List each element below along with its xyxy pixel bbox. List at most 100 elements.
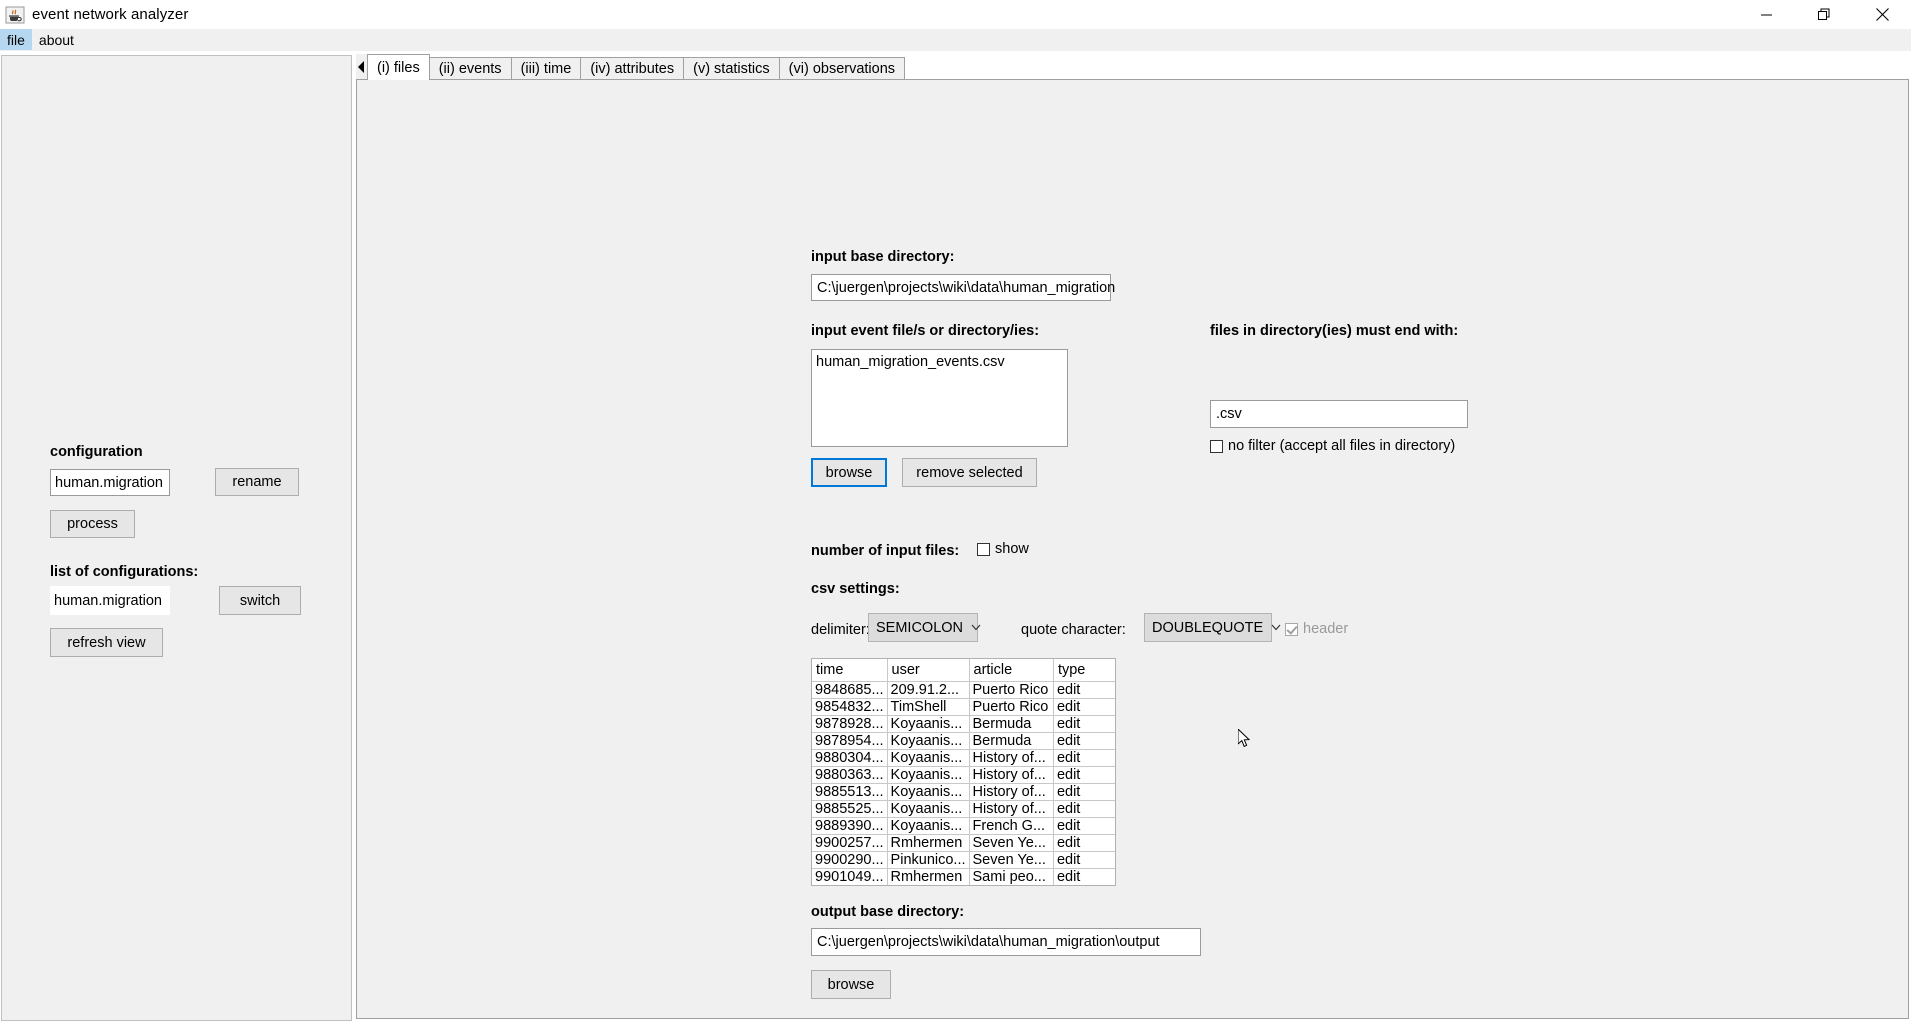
table-cell[interactable]: TimShell	[887, 698, 969, 715]
table-cell[interactable]: 9900290...	[812, 851, 887, 868]
table-cell[interactable]: edit	[1053, 868, 1115, 885]
csv-preview-table[interactable]: time user article type 9848685...209.91.…	[811, 658, 1116, 886]
table-cell[interactable]: Puerto Rico	[969, 698, 1053, 715]
table-cell[interactable]: Bermuda	[969, 732, 1053, 749]
table-cell[interactable]: edit	[1053, 749, 1115, 766]
switch-button[interactable]: switch	[219, 586, 301, 615]
main-tab-pane: (i) files (ii) events (iii) time (iv) at…	[356, 51, 1909, 1019]
delimiter-dropdown[interactable]: SEMICOLON	[868, 613, 978, 642]
tab-files[interactable]: (i) files	[367, 54, 430, 80]
quote-character-dropdown[interactable]: DOUBLEQUOTE	[1144, 613, 1272, 642]
table-row[interactable]: 9900257...RmhermenSeven Ye...edit	[812, 834, 1115, 851]
table-cell[interactable]: Koyaanis...	[887, 749, 969, 766]
table-cell[interactable]: edit	[1053, 851, 1115, 868]
table-cell[interactable]: Sami peo...	[969, 868, 1053, 885]
process-button[interactable]: process	[50, 510, 135, 538]
table-cell[interactable]: Puerto Rico	[969, 681, 1053, 698]
table-row[interactable]: 9854832...TimShellPuerto Ricoedit	[812, 698, 1115, 715]
no-filter-checkbox-label: no filter (accept all files in directory…	[1228, 438, 1455, 454]
table-row[interactable]: 9878954...Koyaanis...Bermudaedit	[812, 732, 1115, 749]
table-cell[interactable]: Rmhermen	[887, 834, 969, 851]
table-cell[interactable]: edit	[1053, 681, 1115, 698]
show-count-checkbox-row[interactable]: show	[977, 541, 1029, 557]
table-row[interactable]: 9901049...RmhermenSami peo...edit	[812, 868, 1115, 885]
table-cell[interactable]: French G...	[969, 817, 1053, 834]
table-row[interactable]: 9885513...Koyaanis...History of...edit	[812, 783, 1115, 800]
column-header-article[interactable]: article	[969, 659, 1053, 681]
table-cell[interactable]: Koyaanis...	[887, 817, 969, 834]
table-cell[interactable]: 9878928...	[812, 715, 887, 732]
table-cell[interactable]: edit	[1053, 732, 1115, 749]
minimize-icon[interactable]	[1737, 0, 1795, 29]
table-cell[interactable]: History of...	[969, 800, 1053, 817]
tab-attributes[interactable]: (iv) attributes	[580, 57, 684, 80]
restore-icon[interactable]	[1795, 0, 1853, 29]
column-header-type[interactable]: type	[1053, 659, 1115, 681]
table-cell[interactable]: 9854832...	[812, 698, 887, 715]
no-filter-checkbox[interactable]	[1210, 440, 1223, 453]
chevron-left-icon[interactable]	[356, 54, 367, 80]
table-cell[interactable]: edit	[1053, 834, 1115, 851]
refresh-view-button[interactable]: refresh view	[50, 628, 163, 657]
remove-selected-button[interactable]: remove selected	[902, 458, 1037, 487]
table-row[interactable]: 9848685...209.91.2...Puerto Ricoedit	[812, 681, 1115, 698]
table-cell[interactable]: 9878954...	[812, 732, 887, 749]
rename-button[interactable]: rename	[215, 468, 299, 496]
table-row[interactable]: 9885525...Koyaanis...History of...edit	[812, 800, 1115, 817]
window-controls	[1737, 0, 1911, 29]
table-cell[interactable]: 9885513...	[812, 783, 887, 800]
table-cell[interactable]: edit	[1053, 800, 1115, 817]
table-cell[interactable]: Koyaanis...	[887, 766, 969, 783]
table-cell[interactable]: 9889390...	[812, 817, 887, 834]
table-cell[interactable]: 9885525...	[812, 800, 887, 817]
table-cell[interactable]: Pinkunico...	[887, 851, 969, 868]
table-cell[interactable]: 9900257...	[812, 834, 887, 851]
table-cell[interactable]: History of...	[969, 766, 1053, 783]
configuration-list-item[interactable]: human.migration	[50, 586, 170, 615]
table-cell[interactable]: edit	[1053, 783, 1115, 800]
tab-statistics[interactable]: (v) statistics	[683, 57, 780, 80]
show-checkbox[interactable]	[977, 543, 990, 556]
table-row[interactable]: 9878928...Koyaanis...Bermudaedit	[812, 715, 1115, 732]
table-cell[interactable]: edit	[1053, 766, 1115, 783]
table-cell[interactable]: History of...	[969, 783, 1053, 800]
list-item[interactable]: human_migration_events.csv	[816, 353, 1063, 372]
browse-output-directory-button[interactable]: browse	[811, 970, 891, 999]
table-cell[interactable]: Koyaanis...	[887, 715, 969, 732]
table-row[interactable]: 9889390...Koyaanis...French G...edit	[812, 817, 1115, 834]
input-base-directory-input[interactable]: C:\juergen\projects\wiki\data\human_migr…	[811, 274, 1111, 301]
table-cell[interactable]: History of...	[969, 749, 1053, 766]
menu-item-file[interactable]: file	[0, 29, 32, 50]
table-cell[interactable]: Koyaanis...	[887, 732, 969, 749]
close-icon[interactable]	[1853, 0, 1911, 29]
table-cell[interactable]: 209.91.2...	[887, 681, 969, 698]
no-filter-checkbox-row[interactable]: no filter (accept all files in directory…	[1210, 438, 1455, 454]
table-cell[interactable]: Bermuda	[969, 715, 1053, 732]
column-header-time[interactable]: time	[812, 659, 887, 681]
browse-input-files-button[interactable]: browse	[811, 458, 887, 487]
tab-observations[interactable]: (vi) observations	[779, 57, 905, 80]
table-cell[interactable]: 9848685...	[812, 681, 887, 698]
table-cell[interactable]: 9880304...	[812, 749, 887, 766]
table-cell[interactable]: Koyaanis...	[887, 783, 969, 800]
column-header-user[interactable]: user	[887, 659, 969, 681]
table-cell[interactable]: edit	[1053, 715, 1115, 732]
table-cell[interactable]: edit	[1053, 817, 1115, 834]
tab-time[interactable]: (iii) time	[511, 57, 582, 80]
table-cell[interactable]: Rmhermen	[887, 868, 969, 885]
table-cell[interactable]: 9901049...	[812, 868, 887, 885]
table-row[interactable]: 9900290...Pinkunico...Seven Ye...edit	[812, 851, 1115, 868]
table-cell[interactable]: Seven Ye...	[969, 851, 1053, 868]
file-extension-filter-input[interactable]: .csv	[1210, 400, 1468, 428]
table-row[interactable]: 9880304...Koyaanis...History of...edit	[812, 749, 1115, 766]
input-event-files-list[interactable]: human_migration_events.csv	[811, 349, 1068, 447]
table-cell[interactable]: Koyaanis...	[887, 800, 969, 817]
table-cell[interactable]: edit	[1053, 698, 1115, 715]
menu-item-about[interactable]: about	[32, 29, 81, 50]
table-row[interactable]: 9880363...Koyaanis...History of...edit	[812, 766, 1115, 783]
output-base-directory-input[interactable]: C:\juergen\projects\wiki\data\human_migr…	[811, 928, 1201, 956]
configuration-name-input[interactable]: human.migration	[50, 469, 170, 496]
table-cell[interactable]: Seven Ye...	[969, 834, 1053, 851]
table-cell[interactable]: 9880363...	[812, 766, 887, 783]
tab-events[interactable]: (ii) events	[429, 57, 512, 80]
